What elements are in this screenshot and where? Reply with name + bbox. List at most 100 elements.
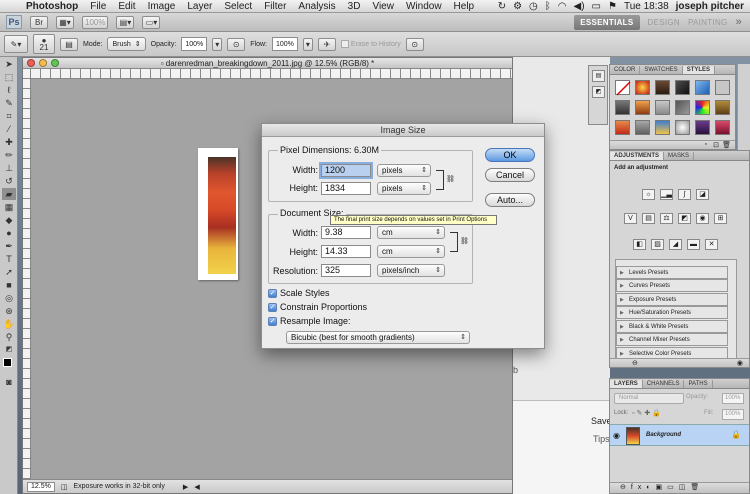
style-swatch[interactable]	[675, 100, 690, 115]
style-swatch[interactable]	[615, 100, 630, 115]
doc-width-unit-select[interactable]: cm	[377, 226, 445, 239]
3d-rotate-tool-icon[interactable]: ◎	[2, 292, 16, 304]
foreground-color-swatch[interactable]	[3, 358, 12, 367]
style-swatch[interactable]	[635, 100, 650, 115]
style-swatch[interactable]	[695, 100, 710, 115]
resolution-input[interactable]: 325	[321, 264, 371, 277]
menu-help[interactable]: Help	[448, 1, 481, 12]
tab-adjustments[interactable]: ADJUSTMENTS	[610, 152, 665, 160]
hand-tool-icon[interactable]: ✋	[2, 318, 16, 330]
style-swatch[interactable]	[635, 120, 650, 135]
clip-to-layer-icon[interactable]: ⊖	[632, 359, 638, 367]
eyedropper-tool-icon[interactable]: ⁄	[2, 123, 16, 135]
layer-opacity-input[interactable]: 100%	[722, 393, 744, 404]
tab-masks[interactable]: MASKS	[664, 152, 695, 160]
doc-height-input[interactable]: 14.33	[321, 245, 371, 258]
fill-input[interactable]: 100%	[722, 409, 744, 420]
preset-black-white[interactable]: Black & White Presets	[616, 320, 728, 333]
clone-stamp-tool-icon[interactable]: ⊥	[2, 162, 16, 174]
status-scroll-left-icon[interactable]: ◀	[194, 483, 199, 491]
crop-tool-icon[interactable]: ⌗	[2, 110, 16, 122]
zoom-level-select[interactable]: 100%	[82, 15, 109, 29]
style-swatch[interactable]	[715, 80, 730, 95]
default-colors-icon[interactable]: ◩	[2, 344, 16, 356]
hue-saturation-icon[interactable]: ▤	[642, 213, 655, 224]
tab-styles[interactable]: STYLES	[682, 66, 716, 74]
marquee-tool-icon[interactable]: ⬚	[2, 71, 16, 83]
auto-button[interactable]: Auto...	[485, 193, 535, 207]
arrange-documents-button[interactable]: ▤▾	[116, 15, 135, 29]
gradient-map-icon[interactable]: ▬	[687, 239, 700, 250]
doc-height-unit-select[interactable]: cm	[377, 245, 445, 258]
airbrush-button[interactable]: ✈	[317, 37, 336, 51]
constrain-check-icon[interactable]: ✓	[268, 302, 277, 312]
visibility-eye-icon[interactable]: ◉	[737, 359, 743, 367]
new-style-icon[interactable]: ⊡	[713, 141, 719, 149]
menu-3d[interactable]: 3D	[342, 1, 367, 12]
invert-icon[interactable]: ◧	[633, 239, 646, 250]
resolution-unit-select[interactable]: pixels/inch	[377, 264, 445, 277]
bridge-button[interactable]: Br	[30, 15, 48, 29]
time-machine-icon[interactable]: ◷	[529, 1, 538, 12]
menu-image[interactable]: Image	[142, 1, 182, 12]
navigator-panel-icon[interactable]: ◩	[592, 86, 605, 98]
status-menu-arrow-icon[interactable]: ▶	[183, 483, 188, 491]
workspace-more-button[interactable]: »	[736, 16, 750, 28]
histogram-panel-icon[interactable]: ▤	[592, 70, 605, 82]
constrain-proportions-checkbox[interactable]: ✓ Constrain Proportions	[268, 302, 367, 312]
view-extras-button[interactable]: ▦▾	[56, 15, 74, 29]
mode-select[interactable]: Brush ⇕	[107, 37, 146, 51]
menu-select[interactable]: Select	[218, 1, 258, 12]
erase-history-box[interactable]	[340, 40, 349, 48]
close-window-button[interactable]	[27, 59, 35, 67]
brush-panel-toggle[interactable]: ▤	[60, 37, 78, 51]
battery-icon[interactable]: ▭	[592, 1, 601, 12]
delete-style-icon[interactable]: ▫	[705, 141, 707, 148]
menu-layer[interactable]: Layer	[181, 1, 218, 12]
style-swatch[interactable]	[655, 120, 670, 135]
clock[interactable]: Tue 18:38	[624, 1, 669, 12]
gear-icon[interactable]: ⚙	[513, 1, 522, 12]
scale-styles-checkbox[interactable]: ✓ Scale Styles	[268, 288, 330, 298]
style-swatch[interactable]	[655, 100, 670, 115]
menu-analysis[interactable]: Analysis	[292, 1, 341, 12]
horizontal-ruler[interactable]	[31, 69, 512, 79]
wifi-icon[interactable]: ◠	[558, 1, 567, 12]
brightness-contrast-icon[interactable]: ☼	[642, 189, 655, 200]
erase-to-history-checkbox[interactable]: Erase to History	[340, 40, 401, 48]
pressure-size-button[interactable]: ⊙	[405, 37, 424, 51]
user-name[interactable]: joseph pitcher	[676, 1, 744, 12]
vertical-ruler[interactable]	[23, 69, 31, 479]
resample-image-checkbox[interactable]: ✓ Resample Image:	[268, 316, 351, 326]
3d-orbit-tool-icon[interactable]: ⊛	[2, 305, 16, 317]
layer-row-background[interactable]: ◉ Background 🔒	[610, 424, 749, 446]
cancel-button[interactable]: Cancel	[485, 168, 535, 182]
flag-icon[interactable]: ⚑	[608, 1, 617, 12]
layer-footer-icons[interactable]: ⊖fx◐▣▭◫🗑	[620, 483, 704, 491]
tab-swatches[interactable]: SWATCHES	[640, 66, 683, 74]
preset-channel-mixer[interactable]: Channel Mixer Presets	[616, 333, 728, 346]
workspace-painting[interactable]: PAINTING	[688, 18, 728, 27]
tab-layers[interactable]: LAYERS	[610, 380, 643, 388]
eraser-tool-icon[interactable]: ▰	[2, 188, 16, 200]
blur-tool-icon[interactable]: ◆	[2, 214, 16, 226]
exposure-icon[interactable]: ◪	[696, 189, 709, 200]
menu-app[interactable]: Photoshop	[20, 1, 84, 12]
style-swatch[interactable]	[715, 120, 730, 135]
brush-preset-picker[interactable]: ● 21	[33, 34, 55, 54]
style-swatch[interactable]	[715, 100, 730, 115]
gradient-tool-icon[interactable]: ▦	[2, 201, 16, 213]
pressure-opacity-button[interactable]: ⊙	[227, 37, 246, 51]
menu-file[interactable]: File	[84, 1, 112, 12]
foreground-background-colors[interactable]	[2, 357, 16, 375]
tool-preset-picker[interactable]: ✎▾	[4, 35, 28, 53]
lock-icons[interactable]: ▫✎✚🔒	[632, 409, 663, 417]
type-tool-icon[interactable]: T	[2, 253, 16, 265]
flow-slider-button[interactable]: ▾	[302, 37, 313, 51]
menu-edit[interactable]: Edit	[112, 1, 141, 12]
move-tool-icon[interactable]: ➤	[2, 58, 16, 70]
zoom-tool-icon[interactable]: ⚲	[2, 331, 16, 343]
posterize-icon[interactable]: ▨	[651, 239, 664, 250]
lasso-tool-icon[interactable]: ℓ	[2, 84, 16, 96]
style-swatch-none[interactable]	[615, 80, 631, 96]
